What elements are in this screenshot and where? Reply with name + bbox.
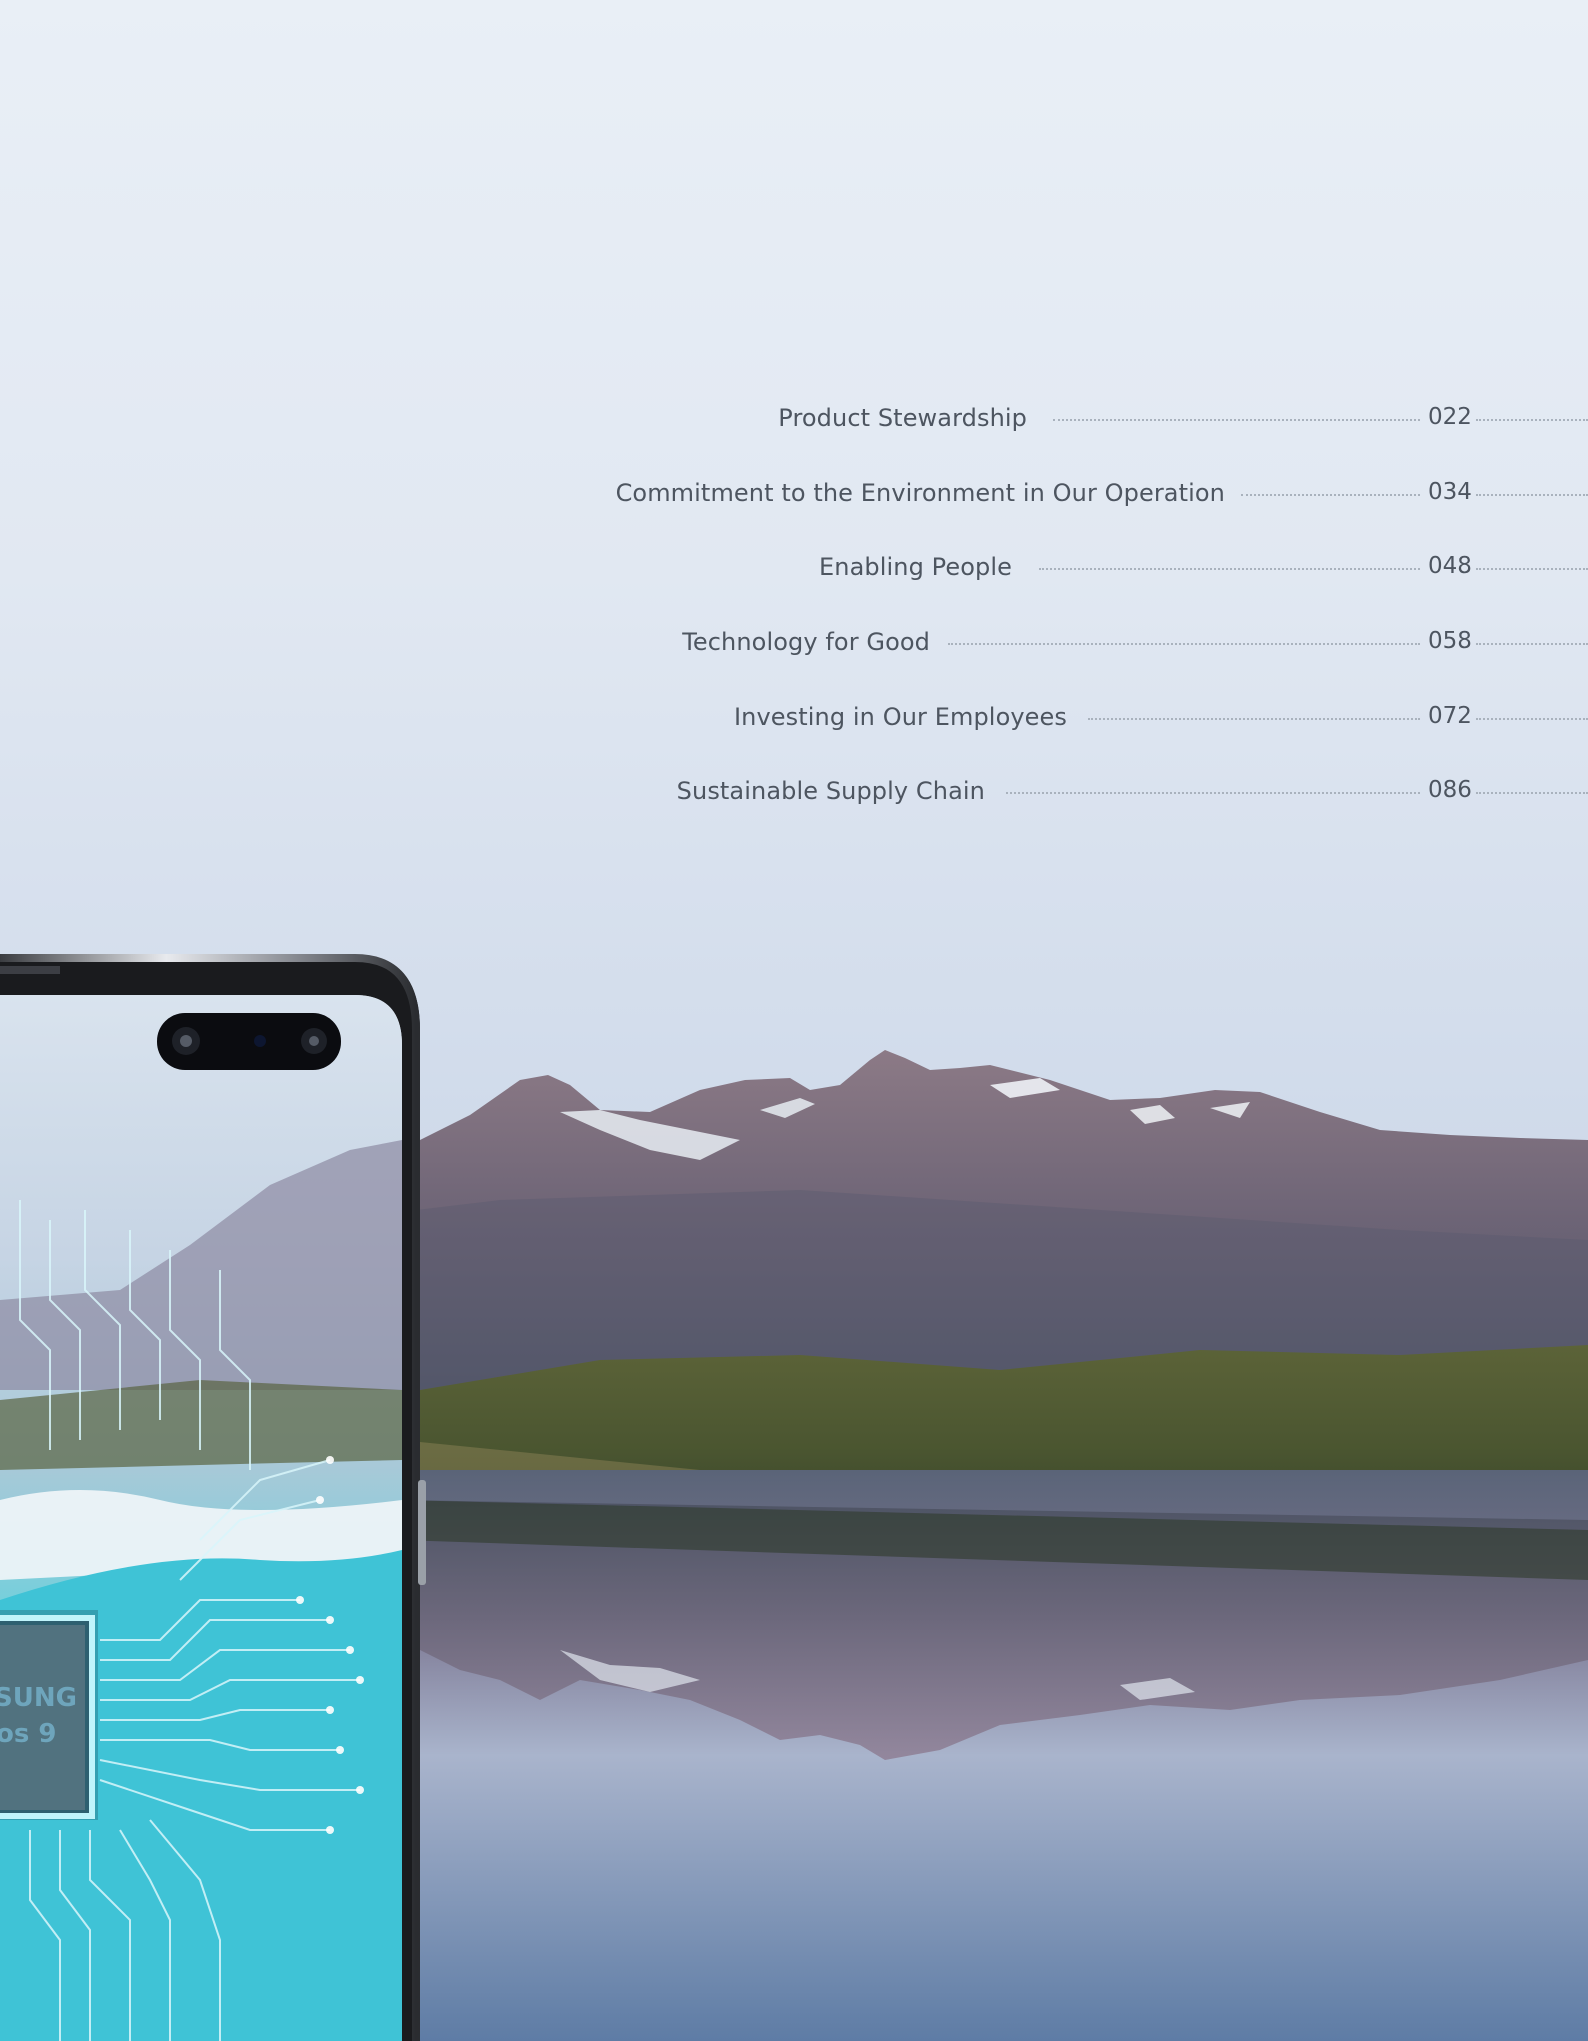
phone-illustration: SUNG os 9 (0, 954, 426, 2041)
toc-item-page: 058 (1428, 628, 1472, 654)
toc-item-technology-for-good[interactable]: Technology for Good 058 (0, 622, 1588, 662)
toc-item-product-stewardship[interactable]: Product Stewardship 022 (0, 398, 1588, 438)
toc-leader (1476, 792, 1588, 794)
toc-item-title: Investing in Our Employees (734, 703, 1067, 731)
toc-leader (1241, 494, 1420, 496)
toc-item-page: 022 (1428, 404, 1472, 430)
toc-item-investing-employees[interactable]: Investing in Our Employees 072 (0, 697, 1588, 737)
toc-leader (1006, 792, 1420, 794)
toc-item-supply-chain[interactable]: Sustainable Supply Chain 086 (0, 771, 1588, 811)
toc-item-title: Commitment to the Environment in Our Ope… (615, 479, 1225, 507)
toc-item-page: 048 (1428, 553, 1472, 579)
toc-item-title: Enabling People (819, 553, 1012, 581)
toc-item-title: Product Stewardship (778, 404, 1027, 432)
background-landscape: SUNG os 9 (0, 0, 1588, 2041)
toc-leader (1088, 718, 1420, 720)
toc-leader (1476, 568, 1588, 570)
toc-leader (1053, 419, 1420, 421)
toc-leader (1476, 718, 1588, 720)
toc-item-environment-operation[interactable]: Commitment to the Environment in Our Ope… (0, 473, 1588, 513)
toc-item-page: 034 (1428, 479, 1472, 505)
toc-item-page: 086 (1428, 777, 1472, 803)
toc-item-title: Technology for Good (682, 628, 930, 656)
toc-leader (1476, 494, 1588, 496)
toc-item-title: Sustainable Supply Chain (676, 777, 985, 805)
toc-leader (1476, 643, 1588, 645)
toc-item-enabling-people[interactable]: Enabling People 048 (0, 547, 1588, 587)
toc-leader (948, 643, 1420, 645)
chip-label-line2: os 9 (0, 1719, 56, 1749)
toc-item-page: 072 (1428, 703, 1472, 729)
toc-leader (1039, 568, 1420, 570)
chip-label-line1: SUNG (0, 1683, 77, 1713)
toc-leader (1476, 419, 1588, 421)
